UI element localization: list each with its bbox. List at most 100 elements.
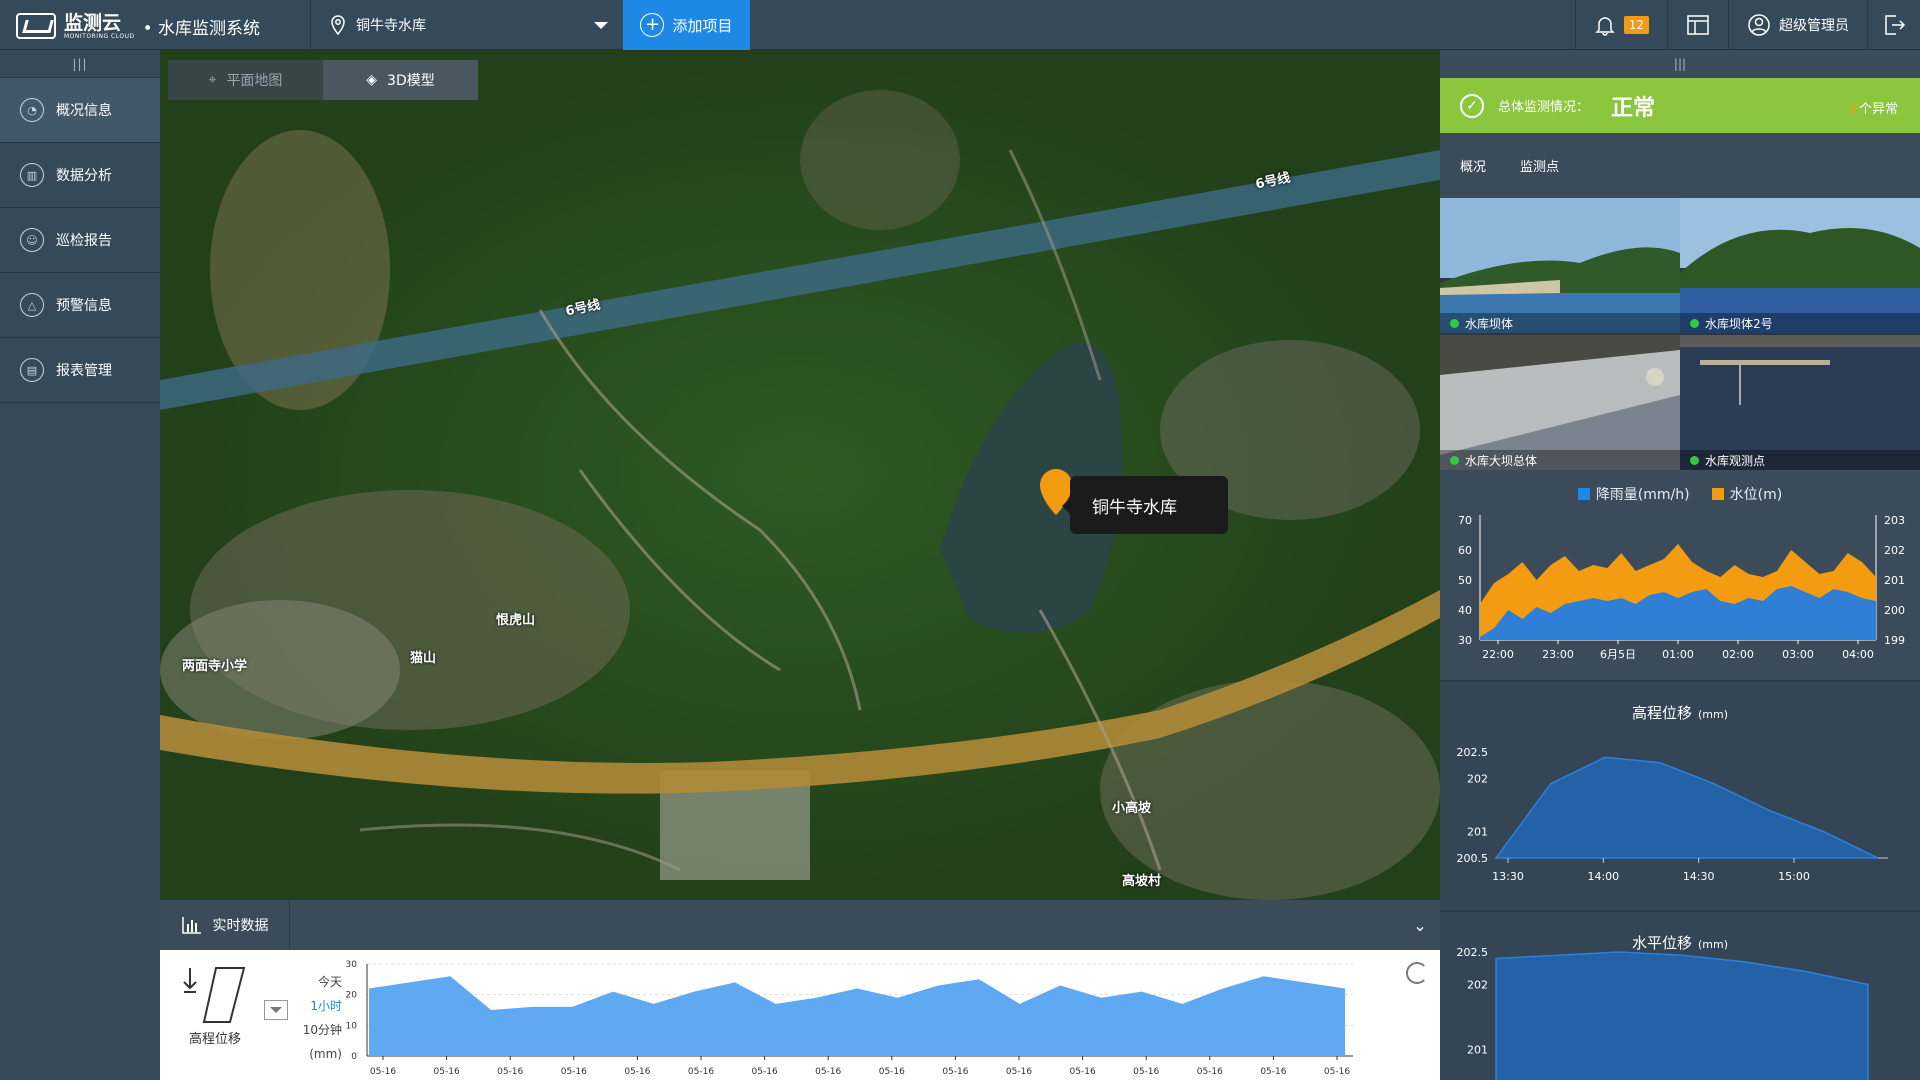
x-tick-label: 6月5日: [1600, 648, 1636, 661]
anomaly-count[interactable]: 0 个异常: [1849, 98, 1898, 117]
legend-swatch: [1711, 488, 1724, 500]
anomaly-suffix: 个异常: [1858, 102, 1898, 117]
user-name: 超级管理员: [1779, 18, 1849, 34]
sensor-selector[interactable]: 高程位移: [170, 964, 260, 1047]
x-tick-label: 05-16: [688, 1067, 714, 1077]
displacement-icon: [183, 967, 246, 1023]
legend-rain: 降雨量(mm/h): [1577, 484, 1690, 504]
y-tick-right: 203: [1884, 514, 1905, 527]
sidebar-item-reports[interactable]: ▤ 报表管理: [0, 338, 160, 403]
y-tick-right: 202: [1884, 544, 1905, 557]
x-tick-label: 05-16: [1324, 1067, 1350, 1077]
collapse-panel-button[interactable]: ⌄: [1400, 900, 1440, 950]
map-label-school: 两面寺小学: [182, 659, 248, 674]
x-tick-label: 05-16: [1260, 1067, 1286, 1077]
range-10min[interactable]: 10分钟: [292, 1018, 342, 1042]
y-tick-right: 201: [1884, 574, 1905, 587]
tab-overview[interactable]: 概况: [1460, 156, 1486, 175]
x-tick-label: 05-16: [370, 1067, 396, 1077]
thumb-caption: 水库观测点: [1680, 450, 1920, 470]
status-value: 正常: [1611, 95, 1656, 121]
x-tick-label: 05-16: [815, 1067, 841, 1077]
x-tick-label: 03:00: [1782, 648, 1814, 661]
sidebar-item-analysis[interactable]: ▥ 数据分析: [0, 143, 160, 208]
sidebar-item-label: 数据分析: [56, 168, 112, 184]
thumb-caption: 水库坝体2号: [1680, 313, 1920, 333]
chart-title: 水平位移 (mm): [1440, 932, 1920, 953]
logo-text: 监测云: [64, 11, 122, 34]
notifications-button[interactable]: 12: [1574, 0, 1667, 50]
realtime-panel: 实时数据 ⌄ 高程位移 今天 1小时 10分钟 (mm) 0 10 20 30 05-1…: [160, 900, 1440, 1080]
tab-label: 实时数据: [212, 918, 269, 934]
y-tick-label: 202: [1467, 979, 1488, 992]
sidebar-item-label: 巡检报告: [56, 233, 112, 249]
user-menu[interactable]: 超级管理员: [1728, 0, 1867, 50]
logo: 监测云 MONITORING CLOUD • 水库监测系统: [16, 12, 260, 40]
horizontal-area: [1495, 951, 1869, 1080]
y-tick-label: 30: [346, 960, 358, 970]
y-tick-left: 50: [1458, 574, 1472, 587]
camera-thumb[interactable]: 水库大坝总体: [1440, 335, 1680, 470]
chart-title-text: 高程位移: [1631, 704, 1692, 722]
sidebar-item-inspection[interactable]: ☺ 巡检报告: [0, 208, 160, 273]
notification-badge: 12: [1623, 16, 1649, 34]
right-tabs: 概况 监测点: [1440, 133, 1920, 198]
tab-flat-map[interactable]: ⌖ 平面地图: [168, 60, 323, 100]
map-label-henhu: 恨虎山: [496, 613, 536, 628]
realtime-area: [369, 976, 1345, 1056]
logout-button[interactable]: [1867, 0, 1920, 50]
tab-monitoring-points[interactable]: 监测点: [1520, 156, 1559, 175]
refresh-icon[interactable]: [1406, 962, 1428, 984]
y-tick-left: 70: [1458, 514, 1472, 527]
x-tick-label: 13:30: [1492, 870, 1524, 883]
camera-thumb[interactable]: 水库坝体: [1440, 198, 1680, 333]
legend-label: 水位(m): [1729, 487, 1783, 503]
online-dot: [1690, 455, 1699, 465]
sidebar-item-label: 预警信息: [56, 298, 112, 314]
y-tick-left: 30: [1458, 634, 1472, 647]
y-tick-label: 202: [1467, 773, 1488, 786]
legend-label: 降雨量(mm/h): [1595, 487, 1690, 503]
x-tick-label: 05-16: [1133, 1067, 1159, 1077]
logout-icon: [1885, 15, 1906, 35]
tab-3d-model[interactable]: ◈ 3D模型: [323, 60, 478, 100]
range-today[interactable]: 今天: [292, 970, 342, 994]
bar-chart-icon: [181, 917, 201, 934]
project-selector[interactable]: 铜牛寺水库: [330, 0, 620, 50]
overview-icon: ◔: [20, 98, 44, 122]
x-tick-label: 04:00: [1842, 648, 1874, 661]
realtime-toolbar: 实时数据 ⌄: [160, 900, 1440, 950]
x-tick-label: 05-16: [752, 1067, 778, 1077]
sidebar-resize-handle[interactable]: |||: [0, 50, 160, 78]
cube-icon: ◈: [366, 72, 378, 88]
x-tick-label: 23:00: [1542, 648, 1574, 661]
project-name: 铜牛寺水库: [356, 18, 426, 34]
sidebar-item-warning[interactable]: △ 预警信息: [0, 273, 160, 338]
online-dot: [1450, 455, 1459, 465]
user-icon: [1748, 14, 1770, 36]
map-label-xiaogao: 小高坡: [1112, 801, 1152, 816]
realtime-body: 高程位移 今天 1小时 10分钟 (mm) 0 10 20 30 05-16 05-16 0…: [160, 950, 1440, 1080]
add-project-button[interactable]: + 添加项目: [623, 0, 750, 50]
y-tick-label: 200.5: [1457, 852, 1489, 865]
x-tick-label: 14:00: [1587, 870, 1619, 883]
elevation-area: [1494, 756, 1879, 859]
right-panel-resize-handle[interactable]: |||: [1440, 50, 1920, 78]
x-tick-label: 02:00: [1722, 648, 1754, 661]
range-1h[interactable]: 1小时: [292, 994, 342, 1018]
y-tick-left: 60: [1458, 544, 1472, 557]
layout-button[interactable]: [1667, 0, 1728, 50]
camera-thumb[interactable]: 水库观测点: [1680, 335, 1920, 470]
marker-tooltip[interactable]: 铜牛寺水库: [1062, 476, 1228, 534]
sensor-dropdown[interactable]: [264, 1000, 288, 1020]
thumb-label: 水库观测点: [1705, 453, 1766, 468]
sidebar-item-overview[interactable]: ◔ 概况信息: [0, 78, 160, 143]
satellite-map[interactable]: ⌖ 平面地图 ◈ 3D模型 6号线 6号线 恨虎山 猫山 两面寺小学 小高坡 高…: [160, 50, 1440, 900]
warning-icon: △: [20, 293, 44, 317]
inspection-icon: ☺: [20, 228, 44, 252]
x-tick-label: 05-16: [879, 1067, 905, 1077]
camera-thumb[interactable]: 水库坝体2号: [1680, 198, 1920, 333]
thumb-label: 水库坝体: [1465, 316, 1514, 331]
y-tick-label: 20: [346, 991, 358, 1001]
tab-realtime-data[interactable]: 实时数据: [160, 900, 290, 950]
